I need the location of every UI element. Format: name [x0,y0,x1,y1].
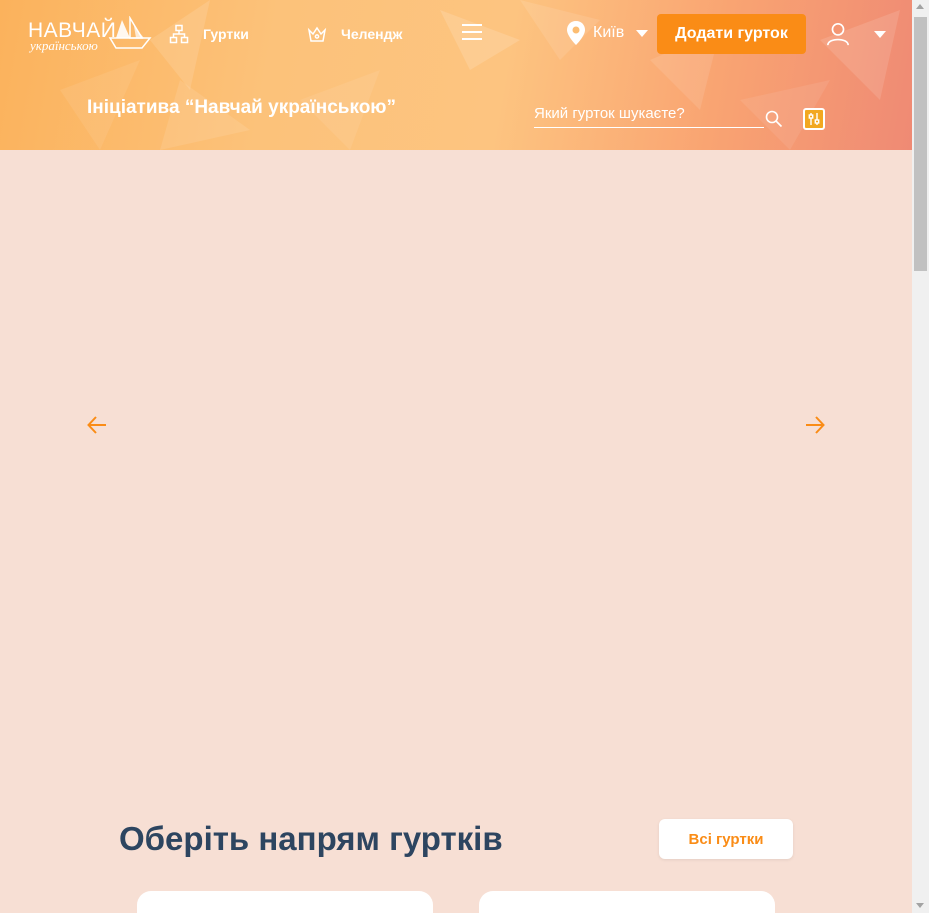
arrow-right-icon[interactable] [804,414,826,436]
all-clubs-button[interactable]: Всі гуртки [659,819,793,859]
challenge-icon [307,26,327,42]
nav-challenge[interactable]: Челендж [307,22,402,46]
add-club-button[interactable]: Додати гурток [657,14,806,54]
advanced-search-icon [808,113,820,125]
directions-title: Оберіть напрям гуртків [119,820,503,857]
location-pin-icon [567,21,585,45]
clubs-icon [169,24,189,44]
nav-clubs-label: Гуртки [203,26,249,42]
user-icon [827,23,849,46]
initiative-title: Ініціатива “Навчай українською” [87,97,397,118]
city-name: Київ [593,24,625,41]
nav-challenge-label: Челендж [341,26,403,42]
scrollbar-thumb[interactable] [914,17,927,271]
site-logo[interactable]: НАВЧАЙ українською [28,16,153,56]
nav-clubs[interactable]: Гуртки [169,22,249,46]
user-menu[interactable] [826,20,886,48]
advanced-search-button[interactable] [803,108,825,130]
scroll-down-icon[interactable] [916,903,924,908]
direction-card[interactable] [479,891,775,913]
chevron-down-icon [636,29,649,37]
search-icon[interactable] [765,110,783,128]
banner-carousel [0,150,912,790]
arrow-left-icon[interactable] [86,414,108,436]
search-field[interactable] [534,100,764,128]
logo-text-sub: українською [30,38,98,53]
chevron-down-icon [874,30,886,38]
site-header: НАВЧАЙ українською Гуртки Челендж Київ Д… [0,0,912,150]
paper-boat-icon [108,16,152,49]
direction-card[interactable] [137,891,433,913]
search-input[interactable] [534,100,764,126]
city-selector[interactable]: Київ [565,18,649,48]
scroll-up-icon[interactable] [916,4,924,9]
menu-icon[interactable] [461,22,483,42]
scrollbar[interactable] [912,0,929,913]
